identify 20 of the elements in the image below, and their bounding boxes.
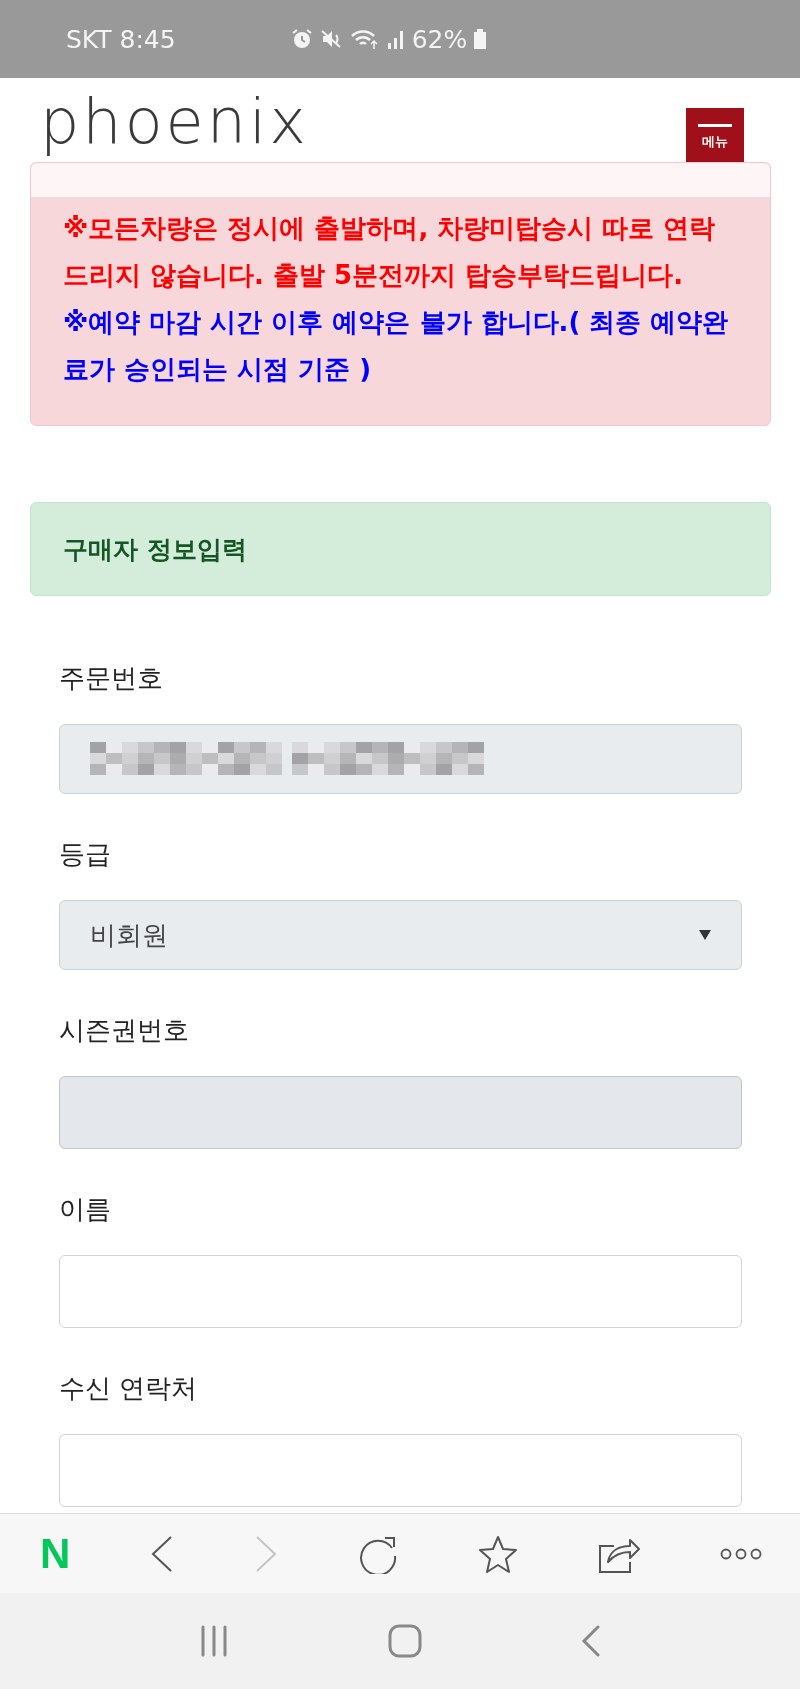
more-icon[interactable] — [719, 1547, 762, 1560]
caret-icon — [699, 930, 711, 940]
battery-icon — [473, 27, 488, 51]
notice-text: ※모든차량은 정시에 출발하며, 차량미탑승시 따로 연락드리지 않습니다. 출발 5분전까지 탑승부탁드립니다. — [63, 212, 717, 292]
field-label: 등급 — [59, 837, 112, 871]
field-label: 수신 연락처 — [59, 1371, 199, 1405]
field-label: 주문번호 — [59, 661, 164, 695]
field-label: 이름 — [59, 1192, 112, 1226]
back-icon[interactable] — [580, 1625, 601, 1657]
star-icon[interactable] — [478, 1534, 519, 1573]
field-label: 시즌권번호 — [59, 1013, 190, 1047]
battery-level: 62% — [411, 24, 468, 54]
wifi-icon — [349, 27, 380, 51]
home-icon[interactable] — [388, 1624, 422, 1658]
input-field[interactable] — [59, 1255, 742, 1328]
notice-text: ※예약 마감 시간 이후 예약은 불가 합니다.( 최종 예약완료가 승인되는 시점 기준 ) — [63, 306, 730, 386]
section-title: 구매자 정보입력 — [63, 533, 247, 566]
input-field[interactable] — [59, 1434, 742, 1507]
recent-apps-icon[interactable] — [199, 1625, 230, 1657]
carrier-time: SKT 8:45 — [66, 24, 176, 54]
